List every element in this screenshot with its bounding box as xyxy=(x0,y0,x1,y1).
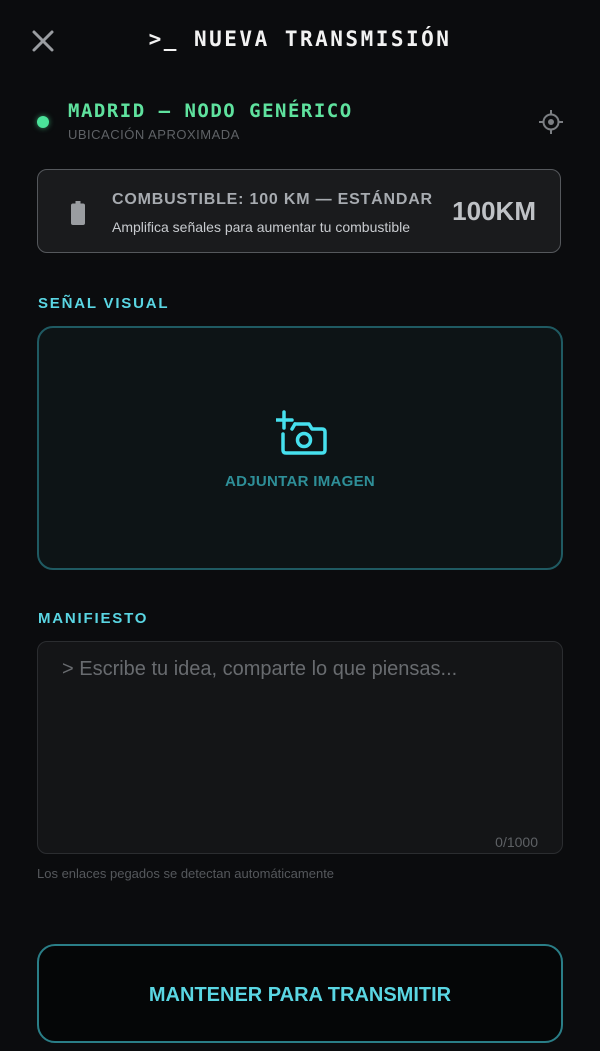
crosshair-icon xyxy=(539,110,563,134)
battery-icon xyxy=(71,201,85,225)
attach-image-label: ADJUNTAR IMAGEN xyxy=(224,473,376,490)
location-name: MADRID — NODO GENÉRICO xyxy=(68,100,353,122)
locate-button[interactable] xyxy=(538,109,564,135)
fuel-value: 100KM xyxy=(452,196,536,226)
fuel-card: COMBUSTIBLE: 100 KM — ESTÁNDAR Amplifica… xyxy=(37,169,561,253)
attach-image-button[interactable]: ADJUNTAR IMAGEN xyxy=(37,326,563,570)
transmit-button-label: MANTENER PARA TRANSMITIR xyxy=(148,984,452,1006)
manifest-box: 0/1000 xyxy=(37,641,563,854)
manifest-input[interactable] xyxy=(38,642,562,853)
add-photo-icon xyxy=(276,410,327,455)
links-hint: Los enlaces pegados se detectan automáti… xyxy=(37,866,335,881)
location-subtitle: UBICACIÓN APROXIMADA xyxy=(68,127,240,142)
transmit-button[interactable]: MANTENER PARA TRANSMITIR xyxy=(37,944,563,1043)
location-status-dot xyxy=(37,116,49,128)
visual-signal-label: SEÑAL VISUAL xyxy=(38,295,170,312)
fuel-title: COMBUSTIBLE: 100 KM — ESTÁNDAR xyxy=(112,191,433,208)
page-title: >_ NUEVA TRANSMISIÓN xyxy=(148,27,452,51)
char-counter: 0/1000 xyxy=(495,834,538,850)
manifest-label: MANIFIESTO xyxy=(38,610,149,627)
fuel-subtitle: Amplifica señales para aumentar tu combu… xyxy=(112,219,411,235)
